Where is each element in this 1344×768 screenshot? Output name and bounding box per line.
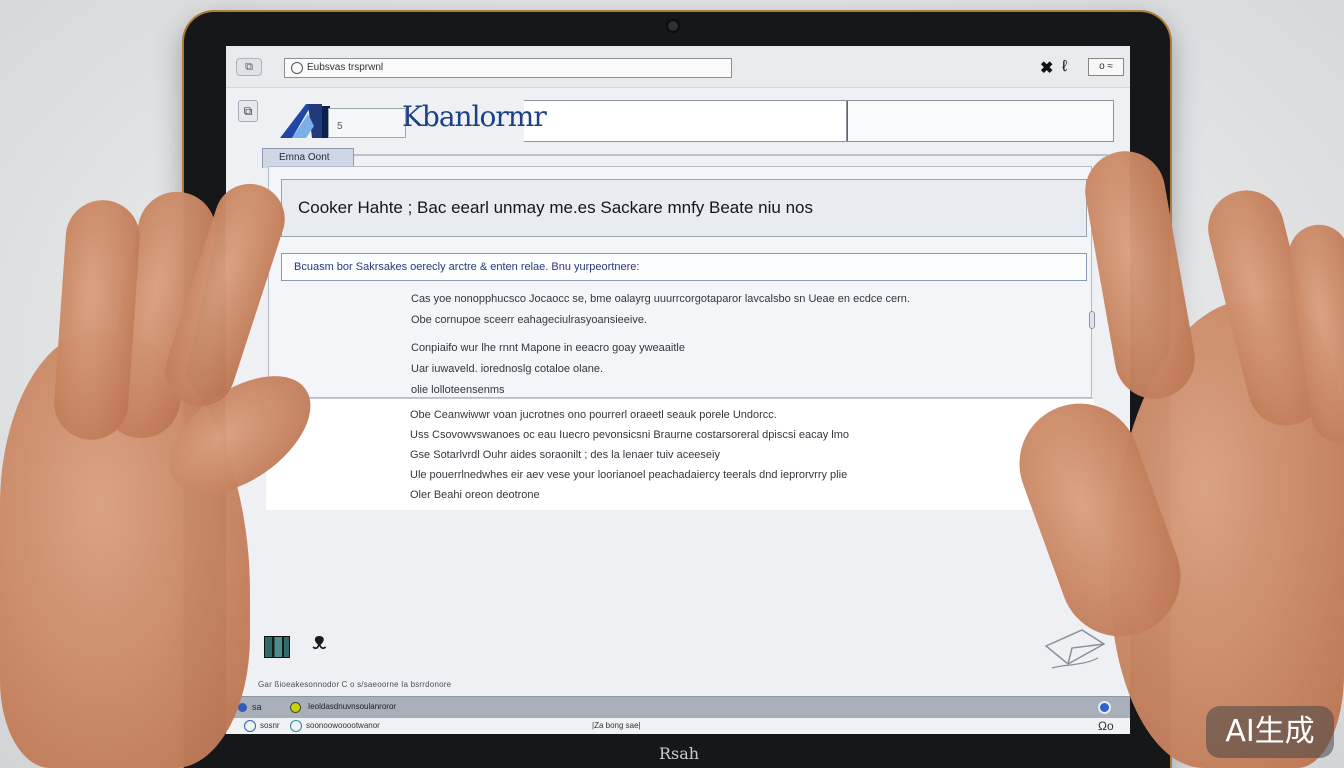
field-divider bbox=[847, 101, 848, 141]
device-brand: Rsah bbox=[658, 744, 700, 763]
lower-list: Obe Ceanwiwwr voan jucrotnes ono pourrer… bbox=[410, 405, 1070, 505]
ai-generated-watermark: AI生成 bbox=[1206, 706, 1334, 758]
logo-card: 5 bbox=[328, 108, 406, 138]
globe-icon bbox=[291, 62, 303, 74]
bear-icon[interactable]: ᴥ bbox=[312, 628, 327, 656]
tablet-screen: ⧉ Eubsvas trsprwnl ✖ ℓ o ≈ ⧉ 5 Kbanlormr… bbox=[226, 46, 1130, 734]
sidebar-toggle-button[interactable]: ⧉ bbox=[238, 100, 258, 122]
footnote-text: Gar ßioeakesonnodor C o s/saeoorne Ia bs… bbox=[258, 680, 452, 689]
close-icon[interactable]: ✖ bbox=[1040, 58, 1053, 78]
list-item: Obe Ceanwiwwr voan jucrotnes ono pourrer… bbox=[410, 409, 777, 421]
content-panel: Cooker Hahte ; Bac eearl unmay me.es Sac… bbox=[268, 166, 1095, 401]
lower-content: Obe Ceanwiwwr voan jucrotnes ono pourrer… bbox=[266, 398, 1094, 510]
list-item: Gse Sotarlvrdl Ouhr aides soraonilt ; de… bbox=[410, 449, 720, 461]
record-icon[interactable] bbox=[1098, 701, 1111, 714]
list-item: Oler Beahi oreon deotrone bbox=[410, 489, 540, 501]
taskbar-app-label[interactable]: Ieoldasdnuvnsoulanroror bbox=[308, 702, 396, 711]
address-bar[interactable]: Eubsvas trsprwnl bbox=[284, 58, 732, 78]
header-search-field[interactable] bbox=[846, 100, 1114, 142]
ring-icon[interactable] bbox=[244, 720, 256, 732]
site-logo[interactable]: 5 Kbanlormr bbox=[274, 88, 614, 144]
menu-button[interactable]: o ≈ bbox=[1088, 58, 1124, 76]
app-icon[interactable] bbox=[290, 702, 301, 713]
logo-text: Kbanlormr bbox=[402, 100, 547, 133]
list-item: Ule pouerrlnedwhes eir aev vese your loo… bbox=[410, 469, 848, 481]
content-list: Cas yoe nonopphucsco Jocaocc se, bme oal… bbox=[411, 289, 1071, 401]
list-item: Uar iuwaveld. iorednoslg cotaloe olane. bbox=[411, 363, 604, 375]
front-camera bbox=[666, 19, 680, 33]
toggle-icon[interactable]: ℓ bbox=[1062, 58, 1067, 76]
browser-toolbar: ⧉ Eubsvas trsprwnl ✖ ℓ o ≈ bbox=[226, 46, 1130, 88]
taskbar: sa Ieoldasdnuvnsoulanroror bbox=[226, 696, 1130, 718]
status-center-text: |Za bong sae| bbox=[592, 721, 641, 730]
list-item: Conpiaifo wur lhe rnnt Mapone in eeacro … bbox=[411, 342, 685, 354]
tab-switcher-button[interactable]: ⧉ bbox=[236, 58, 262, 76]
address-text: Eubsvas trsprwnl bbox=[307, 62, 384, 73]
scrollbar-thumb[interactable] bbox=[1089, 311, 1095, 329]
tablet-device: Rsah ⧉ Eubsvas trsprwnl ✖ ℓ o ≈ ⧉ 5 Kban… bbox=[184, 12, 1170, 768]
page-title: Cooker Hahte ; Bac eearl unmay me.es Sac… bbox=[281, 179, 1087, 237]
status-text: sosnr bbox=[260, 721, 280, 730]
status-bar: sosnr soonoowooootwanor |Za bong sae| Ωo bbox=[226, 718, 1130, 734]
book-stack-icon[interactable] bbox=[264, 636, 290, 658]
list-item: Uss Csovowvswanoes oc eau Iuecro pevonsi… bbox=[410, 429, 849, 441]
status-right-text: Ωo bbox=[1098, 719, 1114, 733]
status-dot-icon bbox=[238, 703, 247, 712]
list-item: Cas yoe nonopphucsco Jocaocc se, bme oal… bbox=[411, 293, 910, 305]
status-text: soonoowooootwanor bbox=[306, 721, 380, 730]
list-item: Obe cornupoe sceerr eahageciulrasyoansie… bbox=[411, 314, 648, 326]
tab-active[interactable]: Emna Oont bbox=[262, 148, 354, 168]
taskbar-label: sa bbox=[252, 702, 262, 712]
info-banner[interactable]: Bcuasm bor Sakrsakes oerecly arctre & en… bbox=[281, 253, 1087, 281]
ring-icon[interactable] bbox=[290, 720, 302, 732]
